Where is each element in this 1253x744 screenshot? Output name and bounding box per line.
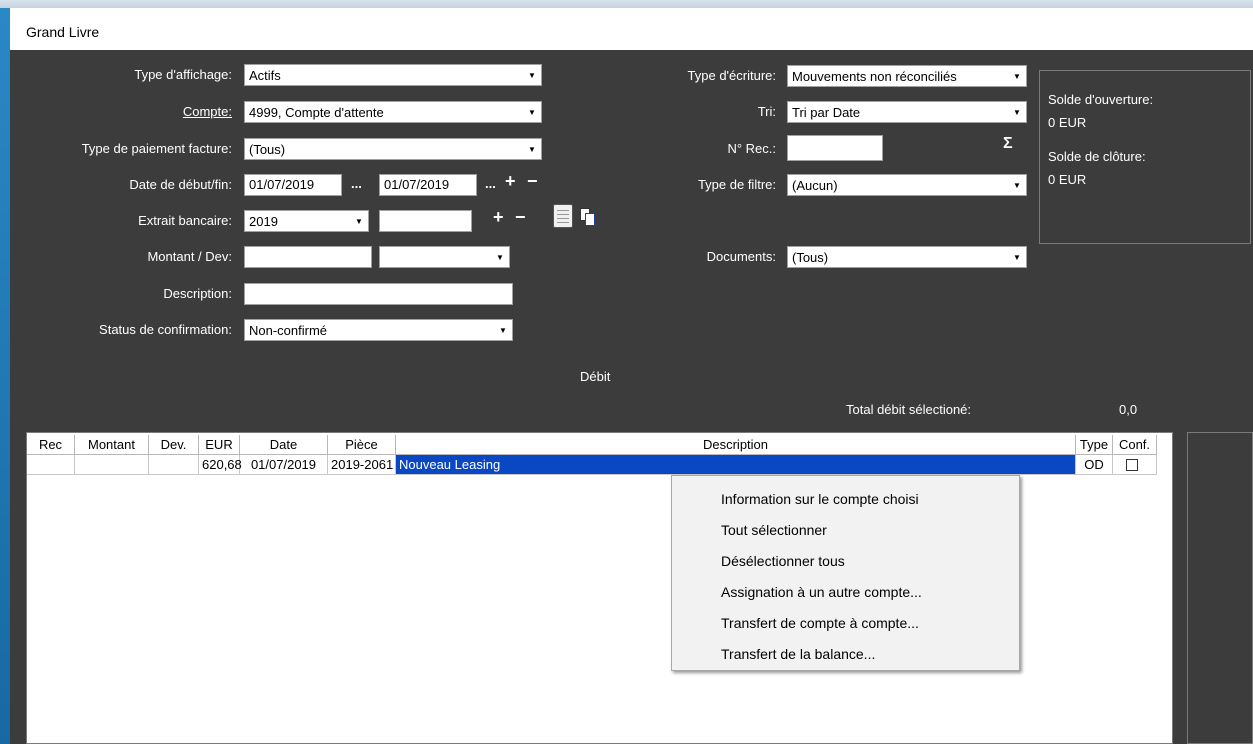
- type-paiement-select[interactable]: (Tous) ▼: [244, 138, 542, 160]
- cell-piece[interactable]: 2019-2061: [328, 455, 396, 475]
- table-row[interactable]: 620,68 01/07/2019 2019-2061 Nouveau Leas…: [27, 455, 1172, 475]
- chevron-down-icon[interactable]: ▼: [523, 102, 541, 122]
- plus-icon[interactable]: +: [493, 207, 504, 228]
- chevron-down-icon[interactable]: ▼: [1008, 66, 1026, 86]
- type-filtre-select[interactable]: (Aucun) ▼: [787, 174, 1027, 196]
- cell-type[interactable]: OD: [1076, 455, 1113, 475]
- extrait-year-select[interactable]: 2019 ▼: [244, 210, 369, 232]
- type-paiement-value: (Tous): [249, 142, 286, 157]
- side-panel: [1187, 432, 1253, 744]
- sigma-icon[interactable]: Σ: [1003, 135, 1013, 153]
- menu-item-transfer-account[interactable]: Transfert de compte à compte...: [721, 615, 919, 631]
- type-ecriture-label: Type d'écriture:: [687, 68, 776, 83]
- closing-balance-label: Solde de clôture:: [1048, 149, 1146, 164]
- chevron-down-icon[interactable]: ▼: [491, 247, 509, 267]
- title-bar: Grand Livre: [10, 8, 1253, 50]
- chevron-down-icon[interactable]: ▼: [523, 65, 541, 85]
- type-ecriture-select[interactable]: Mouvements non réconciliés ▼: [787, 65, 1027, 87]
- document-icon[interactable]: [553, 204, 573, 228]
- total-debit-value: 0,0: [1119, 402, 1138, 417]
- window-title: Grand Livre: [26, 24, 100, 40]
- tri-value: Tri par Date: [792, 105, 861, 120]
- chevron-down-icon[interactable]: ▼: [1008, 247, 1026, 267]
- status-value: Non-confirmé: [249, 323, 328, 338]
- chevron-down-icon[interactable]: ▼: [1008, 175, 1026, 195]
- debit-heading: Débit: [580, 369, 611, 384]
- context-menu: Information sur le compte choisi Tout sé…: [671, 475, 1020, 671]
- chevron-down-icon[interactable]: ▼: [1008, 102, 1026, 122]
- type-paiement-label: Type de paiement facture:: [81, 141, 232, 156]
- column-header-eur[interactable]: EUR: [199, 435, 240, 455]
- extrait-number-input[interactable]: [379, 210, 472, 232]
- type-affichage-label: Type d'affichage:: [134, 67, 232, 82]
- compte-label-link[interactable]: Compte:: [183, 104, 232, 119]
- type-filtre-label: Type de filtre:: [697, 177, 776, 192]
- background-taskbar-strip: [0, 0, 1253, 8]
- chevron-down-icon[interactable]: ▼: [350, 211, 368, 231]
- menu-item-transfer-balance[interactable]: Transfert de la balance...: [721, 646, 875, 662]
- menu-item-deselect-all[interactable]: Désélectionner tous: [721, 553, 845, 569]
- balance-panel: Solde d'ouverture: 0 EUR Solde de clôtur…: [1039, 70, 1251, 244]
- minus-icon[interactable]: −: [515, 207, 526, 228]
- documents-select[interactable]: (Tous) ▼: [787, 246, 1027, 268]
- n-rec-label: N° Rec.:: [727, 141, 776, 156]
- column-header-rec[interactable]: Rec: [27, 435, 75, 455]
- date-end-picker-button[interactable]: ...: [485, 176, 496, 191]
- date-end-input[interactable]: 01/07/2019: [379, 174, 477, 196]
- description-input[interactable]: [244, 283, 513, 305]
- column-header-type[interactable]: Type: [1076, 435, 1113, 455]
- plus-icon[interactable]: +: [505, 171, 516, 192]
- column-header-conf[interactable]: Conf.: [1113, 435, 1157, 455]
- column-header-piece[interactable]: Pièce: [328, 435, 396, 455]
- montant-input[interactable]: [244, 246, 372, 268]
- opening-balance-value: 0 EUR: [1048, 115, 1087, 130]
- minus-icon[interactable]: −: [527, 171, 538, 192]
- chevron-down-icon[interactable]: ▼: [494, 320, 512, 340]
- status-select[interactable]: Non-confirmé ▼: [244, 319, 513, 341]
- type-affichage-select[interactable]: Actifs ▼: [244, 64, 542, 86]
- cell-date[interactable]: 01/07/2019: [240, 455, 328, 475]
- opening-balance-label: Solde d'ouverture:: [1048, 92, 1154, 107]
- cell-montant[interactable]: [75, 455, 149, 475]
- closing-balance-value: 0 EUR: [1048, 172, 1087, 187]
- cell-eur[interactable]: 620,68: [199, 455, 242, 475]
- date-label: Date de début/fin:: [129, 177, 232, 192]
- menu-item-account-info[interactable]: Information sur le compte choisi: [721, 491, 919, 507]
- grand-livre-window: Grand Livre Type d'affichage: Actifs ▼ C…: [10, 8, 1253, 744]
- table-header: Rec Montant Dev. EUR Date Pièce Descript…: [27, 435, 1172, 455]
- compte-select[interactable]: 4999, Compte d'attente ▼: [244, 101, 542, 123]
- tri-label: Tri:: [757, 104, 776, 119]
- type-affichage-value: Actifs: [249, 68, 281, 83]
- description-label: Description:: [163, 286, 232, 301]
- documents-value: (Tous): [792, 250, 829, 265]
- status-label: Status de confirmation:: [99, 322, 232, 337]
- type-ecriture-value: Mouvements non réconciliés: [792, 69, 957, 84]
- cell-rec[interactable]: [27, 455, 75, 475]
- cell-conf[interactable]: [1113, 455, 1157, 475]
- extrait-year-value: 2019: [249, 214, 278, 229]
- montant-label: Montant / Dev:: [147, 249, 232, 264]
- desktop-edge: [0, 8, 10, 744]
- column-header-description[interactable]: Description: [396, 435, 1076, 455]
- column-header-montant[interactable]: Montant: [75, 435, 149, 455]
- documents-label: Documents:: [706, 249, 776, 264]
- extrait-label: Extrait bancaire:: [138, 213, 232, 228]
- menu-item-select-all[interactable]: Tout sélectionner: [721, 522, 827, 538]
- total-debit-label: Total débit sélectioné:: [846, 402, 972, 417]
- devise-select[interactable]: ▼: [379, 246, 510, 268]
- date-start-picker-button[interactable]: ...: [351, 176, 362, 191]
- confirm-checkbox[interactable]: [1126, 459, 1138, 471]
- tri-select[interactable]: Tri par Date ▼: [787, 101, 1027, 123]
- column-header-date[interactable]: Date: [240, 435, 328, 455]
- date-start-input[interactable]: 01/07/2019: [244, 174, 342, 196]
- type-filtre-value: (Aucun): [792, 178, 838, 193]
- menu-item-assign-account[interactable]: Assignation à un autre compte...: [721, 584, 922, 600]
- cell-dev[interactable]: [149, 455, 199, 475]
- chevron-down-icon[interactable]: ▼: [523, 139, 541, 159]
- column-header-dev[interactable]: Dev.: [149, 435, 199, 455]
- copy-icon[interactable]: [580, 208, 596, 226]
- cell-description[interactable]: Nouveau Leasing: [396, 455, 1076, 475]
- compte-value: 4999, Compte d'attente: [249, 105, 384, 120]
- n-rec-input[interactable]: [787, 135, 883, 161]
